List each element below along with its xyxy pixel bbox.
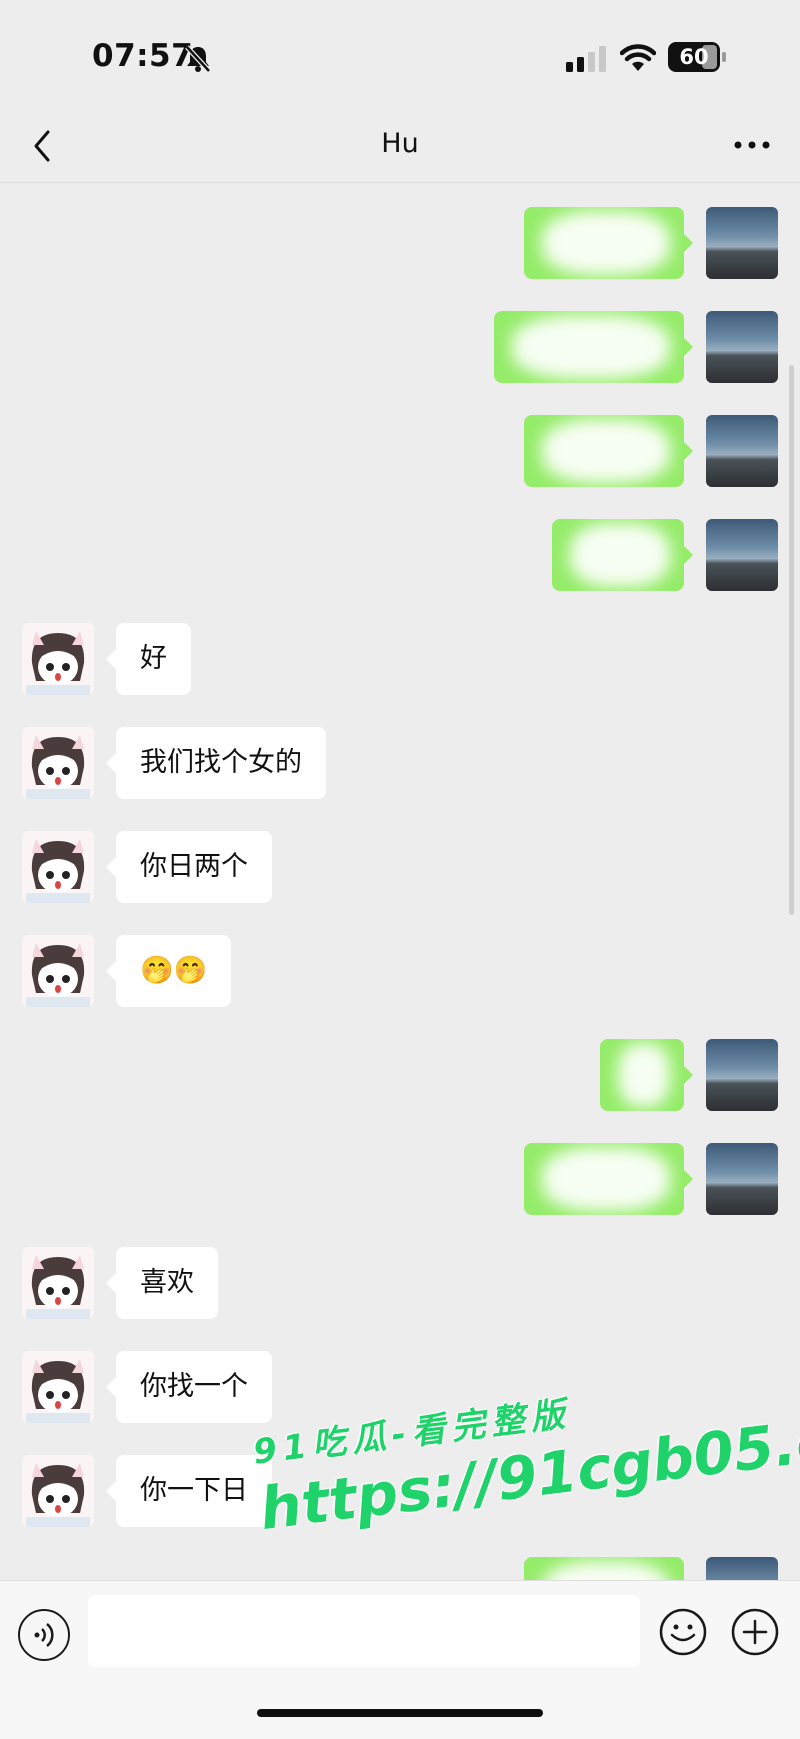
message-bubble-incoming[interactable]: 🤭🤭	[105, 935, 232, 1007]
avatar-contact[interactable]	[22, 935, 94, 1007]
input-bar	[0, 1580, 800, 1739]
cartoon-girl-icon	[22, 1351, 94, 1423]
avatar-contact[interactable]	[22, 1351, 94, 1423]
avatar-self[interactable]	[706, 415, 778, 487]
message-bubble-incoming[interactable]: 你一下日	[106, 1455, 272, 1527]
avatar-contact[interactable]	[22, 831, 94, 903]
bell-muted-icon	[185, 45, 211, 73]
message-bubble-incoming[interactable]: 我们找个女的	[106, 727, 326, 799]
status-time: 07:57	[92, 38, 194, 74]
battery-level: 60	[679, 45, 709, 69]
wifi-icon	[620, 44, 656, 71]
avatar-contact[interactable]	[22, 623, 94, 695]
cartoon-girl-icon	[22, 935, 94, 1007]
message-bubble-outgoing[interactable]	[600, 1039, 684, 1111]
plus-icon[interactable]	[730, 1607, 780, 1657]
message-bubble-outgoing[interactable]	[524, 1143, 684, 1215]
avatar-self[interactable]	[706, 311, 778, 383]
cartoon-girl-icon	[22, 1455, 94, 1527]
signal-icon	[566, 46, 606, 72]
avatar-self[interactable]	[706, 207, 778, 279]
message-bubble-outgoing[interactable]	[524, 415, 684, 487]
message-bubble-outgoing[interactable]	[524, 207, 684, 279]
avatar-self[interactable]	[706, 519, 778, 591]
message-input[interactable]	[88, 1595, 640, 1667]
chat-header: Hu	[0, 110, 800, 183]
message-bubble-outgoing[interactable]	[494, 311, 684, 383]
message-bubble-outgoing[interactable]	[552, 519, 684, 591]
message-bubble-outgoing[interactable]	[524, 1557, 684, 1580]
message-list[interactable]: 好 我们找个女的 你日两个 🤭🤭 喜欢 你找一个 你一下日	[0, 183, 800, 1580]
message-bubble-incoming[interactable]: 你找一个	[106, 1351, 272, 1423]
cartoon-girl-icon	[22, 1247, 94, 1319]
home-indicator[interactable]	[257, 1709, 543, 1717]
message-bubble-incoming[interactable]: 好	[106, 623, 191, 695]
battery-icon: 60	[668, 42, 728, 76]
voice-icon	[34, 1623, 54, 1647]
avatar-self[interactable]	[706, 1143, 778, 1215]
status-bar: 07:57 60	[0, 0, 800, 110]
emoji-icon[interactable]	[658, 1607, 708, 1657]
cartoon-girl-icon	[22, 831, 94, 903]
message-bubble-incoming[interactable]: 你日两个	[106, 831, 272, 903]
more-icon[interactable]	[730, 130, 774, 160]
avatar-contact[interactable]	[22, 1247, 94, 1319]
avatar-contact[interactable]	[22, 727, 94, 799]
avatar-self[interactable]	[706, 1557, 778, 1580]
chat-title: Hu	[381, 128, 419, 159]
avatar-contact[interactable]	[22, 1455, 94, 1527]
cartoon-girl-icon	[22, 727, 94, 799]
voice-button[interactable]	[18, 1609, 70, 1661]
scrollbar[interactable]	[789, 365, 794, 915]
cartoon-girl-icon	[22, 623, 94, 695]
message-bubble-incoming[interactable]: 喜欢	[106, 1247, 218, 1319]
avatar-self[interactable]	[706, 1039, 778, 1111]
